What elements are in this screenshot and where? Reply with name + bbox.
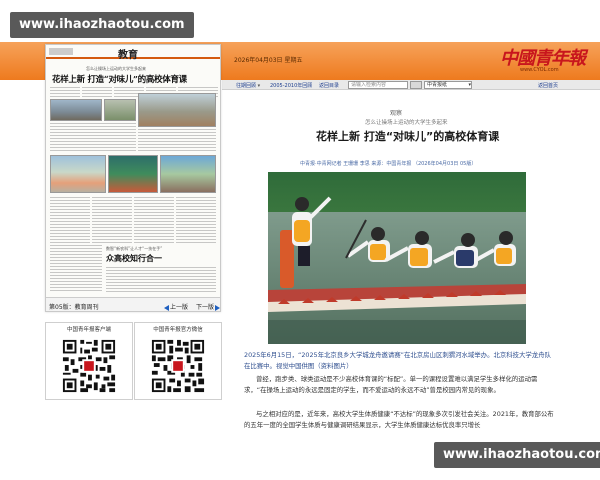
paper-kicker-2: 数智“新农科”让人才“一技在手”: [106, 246, 163, 251]
article-paragraph: 曾经，跑步类、球类运动是不少高校体育课的“标配”。单一的课程设置难以满足学生多样…: [244, 375, 538, 394]
photo-caption: 2025年6月15日，“2025年北京良乡大学城龙舟邀请赛”在北京房山区刺猬河水…: [244, 351, 551, 370]
text-block: [82, 87, 112, 97]
text-block: [50, 197, 90, 243]
text-block: [138, 129, 216, 153]
paper-photo: [50, 99, 102, 121]
search-button[interactable]: [410, 81, 422, 89]
text-block: [134, 197, 174, 243]
watermark-bottom: www.ihaozhaotou.com: [434, 442, 600, 468]
nav-link-archive[interactable]: 2005-2010年回顾: [270, 82, 312, 89]
paper-photo: [108, 155, 158, 193]
nav-link-contents[interactable]: 返回目录: [319, 82, 339, 89]
text-block: [50, 123, 136, 153]
dragon-boat-photo: [268, 172, 526, 344]
article-kicker: 观察: [390, 110, 403, 117]
text-block: [92, 197, 132, 243]
paper-date-strip: [49, 48, 73, 55]
article-title: 花样上新 打造“对味儿”的高校体育课: [316, 130, 500, 143]
next-page-button[interactable]: 下一版: [196, 302, 220, 311]
text-block: [176, 197, 216, 243]
page-number-label: 第05版：教育周刊: [49, 304, 99, 311]
paper-photo: [50, 155, 106, 193]
text-block: [106, 267, 216, 293]
text-block: [50, 245, 102, 293]
newspaper-page[interactable]: 教育 怎么让操场上运动的大学生多起来 花样上新 打造“对味儿”的高校体育课 数智…: [45, 44, 221, 312]
paper-section-label: 教育: [118, 50, 138, 61]
paper-photo: [104, 99, 136, 121]
qr-code-wechat[interactable]: [149, 338, 207, 394]
nav-link-home[interactable]: 返回首页: [538, 82, 558, 89]
paper-photo: [138, 93, 216, 127]
qr-code-app[interactable]: [60, 338, 118, 394]
paper-headline[interactable]: 花样上新 打造“对味儿”的高校体育课: [52, 73, 187, 85]
article-byline: 中青报·中青网记者 王珊珊 李思 来源：中国青年报 （2026年04月03日 0…: [300, 161, 477, 167]
masthead-date: 2026年04月03日 星期五: [234, 57, 303, 64]
article-subtitle: 怎么让操场上运动的大学生多起来: [365, 120, 448, 126]
qr-label-wechat: 中国青年报官方微信: [153, 327, 203, 333]
qr-label-app: 中国青年报客户端: [66, 327, 111, 333]
text-block: [50, 87, 80, 97]
arrow-left-icon: [164, 304, 169, 311]
article-paragraph: 与之相对应的是，近年来，高校大学生体质健康“不达标”的现象多次引发社会关注。20…: [244, 410, 554, 429]
watermark-top: www.ihaozhaotou.com: [10, 12, 194, 38]
prev-page-button[interactable]: 上一版: [164, 302, 188, 311]
paper-select[interactable]: 中青报纸 ▾: [424, 81, 472, 89]
nav-link-past-issues[interactable]: 往期回顾 ▾: [236, 82, 260, 89]
paper-headline-2[interactable]: 众高校知行合一: [106, 253, 162, 264]
site-url: www.CYOL.com: [520, 67, 559, 73]
paper-kicker: 怎么让操场上运动的大学生多起来: [86, 66, 146, 71]
arrow-right-icon: [215, 304, 220, 311]
paper-photo: [160, 155, 216, 193]
search-input[interactable]: 请输入检索内容: [348, 81, 408, 89]
